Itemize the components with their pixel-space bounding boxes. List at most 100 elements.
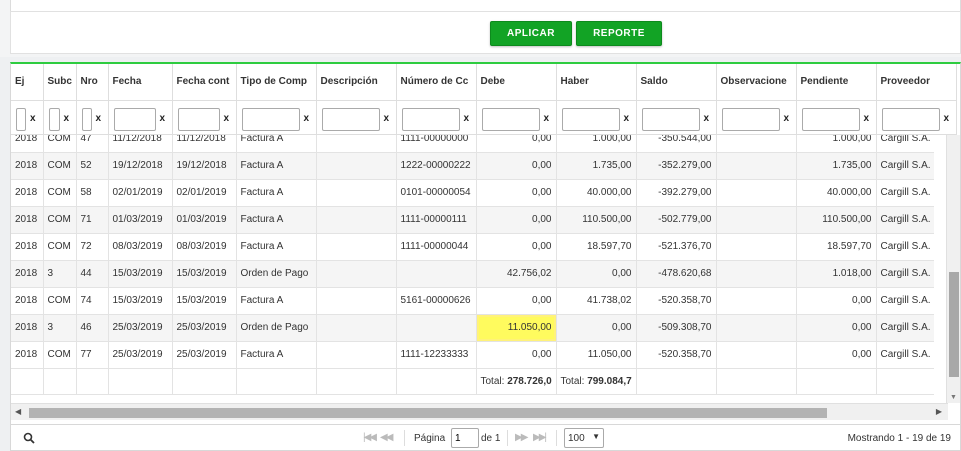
column-header-proveedor[interactable]: Proveedor (876, 64, 957, 101)
clear-filter-icon[interactable]: x (160, 113, 166, 124)
column-header-nro[interactable]: Nro (76, 64, 109, 101)
column-header-saldo[interactable]: Saldo (636, 64, 717, 101)
next-page-icon[interactable]: ▶▶ (515, 432, 528, 443)
column-header-debe[interactable]: Debe (476, 64, 557, 101)
filter-input-numero-comp[interactable] (401, 107, 460, 131)
first-page-icon[interactable]: |◀◀ (363, 432, 377, 443)
table-row[interactable]: 2018 COM 58 02/01/2019 02/01/2019 Factura A 01… (11, 179, 934, 207)
cell-saldo: -478.620,68 (636, 260, 717, 288)
report-button[interactable]: REPORTE (576, 21, 662, 46)
column-header-haber[interactable]: Haber (556, 64, 637, 101)
cell-observaciones (716, 260, 797, 288)
horizontal-scrollbar[interactable]: ◀ ▶ (11, 403, 948, 420)
cell-ej: 2018 (11, 179, 44, 207)
page-size-select[interactable]: 100 ▼ (564, 428, 604, 448)
cell-fecha-cont: 01/03/2019 (172, 206, 237, 234)
clear-filter-icon[interactable]: x (96, 113, 102, 124)
cell-observaciones (716, 206, 797, 234)
filter-cell-fecha: x (108, 100, 173, 135)
filter-cell-observaciones: x (716, 100, 797, 135)
totals-row: Total: 278.726,0 Total: 799.084,7 (11, 368, 934, 395)
cell-proveedor: Cargill S.A. (876, 341, 934, 369)
clear-filter-icon[interactable]: x (64, 113, 70, 124)
cell-observaciones (716, 341, 797, 369)
cell-descripcion (316, 287, 397, 315)
column-header-fecha[interactable]: Fecha (108, 64, 173, 101)
cell-debe: 0,00 (476, 179, 557, 207)
search-icon[interactable] (23, 432, 35, 444)
filter-input-haber[interactable] (561, 107, 620, 131)
scroll-right-icon[interactable]: ▶ (936, 407, 942, 416)
clear-filter-icon[interactable]: x (624, 113, 630, 124)
filter-input-fecha[interactable] (113, 107, 156, 131)
cell-proveedor: Cargill S.A. (876, 152, 934, 180)
cell-haber: 1.000,00 (556, 135, 637, 153)
column-header-observaciones[interactable]: Observacione (716, 64, 797, 101)
column-header-fecha-cont[interactable]: Fecha cont (172, 64, 237, 101)
column-header-numero-comp[interactable]: Número de Cc (396, 64, 477, 101)
column-header-pendiente[interactable]: Pendiente (796, 64, 877, 101)
table-row[interactable]: 2018 COM 77 25/03/2019 25/03/2019 Factura A 11… (11, 341, 934, 369)
column-header-tipo-comp[interactable]: Tipo de Comp (236, 64, 317, 101)
clear-filter-icon[interactable]: x (784, 113, 790, 124)
vertical-scroll-thumb[interactable] (949, 272, 959, 377)
cell-descripcion (316, 341, 397, 369)
cell-ej: 2018 (11, 233, 44, 261)
horizontal-scroll-thumb[interactable] (29, 408, 827, 418)
cell-saldo: -502.779,00 (636, 206, 717, 234)
scroll-down-icon[interactable]: ▼ (950, 394, 957, 401)
clear-filter-icon[interactable]: x (30, 113, 36, 124)
grid-body[interactable]: 2018 COM 47 11/12/2018 11/12/2018 Factura A 11… (11, 135, 934, 403)
clear-filter-icon[interactable]: x (464, 113, 470, 124)
cell-numero-comp: 1111-12233333 (396, 341, 477, 369)
filter-input-debe[interactable] (481, 107, 540, 131)
filter-input-fecha-cont[interactable] (177, 107, 220, 131)
prev-page-icon[interactable]: ◀◀ (380, 432, 393, 443)
cell-haber: 11.050,00 (556, 341, 637, 369)
cell-tipo-comp: Orden de Pago (236, 314, 317, 342)
cell-fecha-cont: 15/03/2019 (172, 260, 237, 288)
table-row[interactable]: 2018 COM 47 11/12/2018 11/12/2018 Factura A 11… (11, 135, 934, 153)
column-header-descripcion[interactable]: Descripción (316, 64, 397, 101)
last-page-icon[interactable]: ▶▶| (533, 432, 547, 443)
clear-filter-icon[interactable]: x (224, 113, 230, 124)
table-row[interactable]: 2018 COM 74 15/03/2019 15/03/2019 Factura A 51… (11, 287, 934, 315)
filter-input-saldo[interactable] (641, 107, 700, 131)
filter-input-tipo-comp[interactable] (241, 107, 300, 131)
total-debe: Total: 278.726,0 (476, 368, 557, 395)
cell-debe: 11.050,00 (476, 314, 557, 342)
cell-subc: COM (43, 341, 77, 369)
scroll-left-icon[interactable]: ◀ (15, 407, 21, 416)
filter-input-nro[interactable] (81, 107, 92, 131)
clear-filter-icon[interactable]: x (704, 113, 710, 124)
cell-ej: 2018 (11, 314, 44, 342)
clear-filter-icon[interactable]: x (944, 113, 950, 124)
column-header-subc[interactable]: Subc (43, 64, 77, 101)
cell-proveedor: Cargill S.A. (876, 135, 934, 153)
apply-button[interactable]: APLICAR (490, 21, 572, 46)
filter-input-descripcion[interactable] (321, 107, 380, 131)
table-row[interactable]: 2018 3 44 15/03/2019 15/03/2019 Orden de Pago… (11, 260, 934, 288)
cell-nro: 52 (76, 152, 109, 180)
vertical-scrollbar[interactable]: ▼ (946, 135, 960, 403)
cell-nro: 46 (76, 314, 109, 342)
filter-input-proveedor[interactable] (881, 107, 940, 131)
cell-fecha: 01/03/2019 (108, 206, 173, 234)
clear-filter-icon[interactable]: x (864, 113, 870, 124)
clear-filter-icon[interactable]: x (544, 113, 550, 124)
filter-cell-debe: x (476, 100, 557, 135)
page-input[interactable] (451, 428, 479, 448)
filter-input-observaciones[interactable] (721, 107, 780, 131)
filter-input-ej[interactable] (16, 107, 26, 131)
table-row[interactable]: 2018 COM 71 01/03/2019 01/03/2019 Factura A 11… (11, 206, 934, 234)
cell-debe: 0,00 (476, 206, 557, 234)
clear-filter-icon[interactable]: x (384, 113, 390, 124)
cell-saldo: -520.358,70 (636, 341, 717, 369)
table-row[interactable]: 2018 COM 72 08/03/2019 08/03/2019 Factura A 11… (11, 233, 934, 261)
column-header-ej[interactable]: Ej (11, 64, 44, 101)
table-row[interactable]: 2018 3 46 25/03/2019 25/03/2019 Orden de Pago… (11, 314, 934, 342)
clear-filter-icon[interactable]: x (304, 113, 310, 124)
filter-input-pendiente[interactable] (801, 107, 860, 131)
filter-input-subc[interactable] (48, 107, 60, 131)
table-row[interactable]: 2018 COM 52 19/12/2018 19/12/2018 Factura A 12… (11, 152, 934, 180)
